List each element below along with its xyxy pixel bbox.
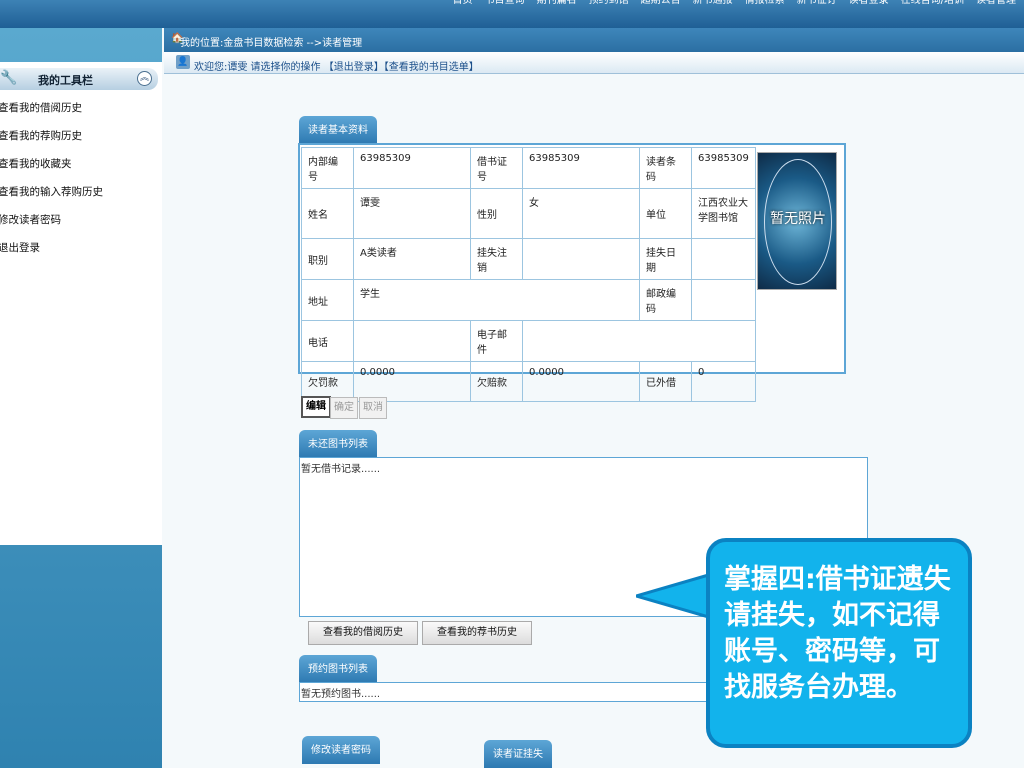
sidebar-item-label: 查看我的输入荐购历史	[0, 186, 103, 198]
info-row: 职别 A类读者 挂失注销 挂失日期	[301, 238, 756, 280]
sidebar-item-label: 查看我的借阅历史	[0, 102, 82, 114]
edit-button[interactable]: 编辑	[301, 396, 331, 418]
info-label: 挂失日期	[639, 238, 692, 280]
reserved-list-panel: 暂无预约图书......	[299, 682, 719, 702]
sidebar-item-label: 查看我的收藏夹	[0, 158, 72, 170]
info-row: 地址 学生 邮政编码	[301, 279, 756, 321]
info-row: 姓名 谭雯 性别女单位 江西农业大学图书馆	[301, 188, 756, 239]
topnav-item-8[interactable]: 读者登录	[849, 0, 889, 12]
tab-reader-info[interactable]: 读者基本资料	[299, 116, 377, 144]
photo-placeholder-text: 暂无照片	[770, 211, 826, 227]
sidebar-header: 🔧 我的工具栏 ︽	[0, 68, 158, 90]
info-row: 内部编号 63985309 借书证号 63985309 读者条码 63985309	[301, 147, 756, 189]
tab-change-password[interactable]: 修改读者密码	[302, 736, 380, 764]
topnav-item-6[interactable]: 情报检索	[745, 0, 785, 12]
reader-info-table: 内部编号 63985309 借书证号 63985309 读者条码 63985309 姓名 谭雯…	[301, 147, 756, 402]
sidebar-item-1[interactable]: 查看我的荐购历史	[0, 128, 103, 156]
tab-borrowed-list[interactable]: 未还图书列表	[299, 430, 377, 458]
recommend-history-button[interactable]: 查看我的荐书历史	[422, 621, 532, 645]
location-text: 我的位置:金盘书目数据检索 -->读者管理	[180, 38, 363, 49]
info-value: 0.0000	[353, 361, 471, 402]
info-value: 0.0000	[522, 361, 640, 402]
info-label: 挂失注销	[470, 238, 523, 280]
info-label: 邮政编码	[639, 279, 692, 321]
info-label: 内部编号	[301, 147, 354, 189]
sidebar-item-2[interactable]: 查看我的收藏夹	[0, 156, 103, 184]
sidebar-item-3[interactable]: 查看我的输入荐购历史	[0, 184, 103, 212]
info-label: 已外借	[639, 361, 692, 402]
info-value: 63985309	[522, 147, 640, 189]
sidebar: 🔧 我的工具栏 ︽ 查看我的借阅历史 查看我的荐购历史 查看我的收藏夹查看我的输入荐…	[0, 28, 162, 768]
sidebar-title: 我的工具栏	[38, 74, 93, 87]
info-row: 欠罚款 0.0000 欠赔款 0.0000 已外借 0	[301, 361, 756, 402]
sidebar-item-label: 修改读者密码	[0, 214, 61, 226]
callout-tail	[636, 572, 714, 620]
sidebar-item-4[interactable]: 修改读者密码	[0, 212, 103, 240]
welcome-bar: 👤 欢迎您:谭雯 请选择你的操作 【退出登录】【查看我的书目选单】	[164, 52, 1024, 74]
info-label: 职别	[301, 238, 354, 280]
confirm-button[interactable]: 确定	[330, 397, 358, 419]
info-label: 借书证号	[470, 147, 523, 189]
reserved-empty-text: 暂无预约图书......	[301, 689, 381, 700]
topnav-item-3[interactable]: 预约到馆	[589, 0, 629, 12]
user-icon: 👤	[176, 55, 190, 69]
sidebar-item-label: 退出登录	[0, 242, 40, 254]
tab-reserved-list[interactable]: 预约图书列表	[299, 655, 377, 683]
borrowed-empty-text: 暂无借书记录......	[301, 464, 381, 475]
info-value: 63985309	[691, 147, 756, 189]
top-nav: 首页 书目查询 期刊篇名 预约到馆 超期公告 新书通报 情报检索 新书征订 读者登录 在线咨询/培…	[453, 0, 1016, 12]
info-value	[691, 238, 756, 280]
topnav-item-7[interactable]: 新书征订	[797, 0, 837, 12]
sidebar-item-5[interactable]: 退出登录	[0, 240, 103, 268]
wrench-icon: 🔧	[0, 70, 18, 86]
info-label: 读者条码	[639, 147, 692, 189]
info-value	[353, 320, 471, 362]
info-value: 63985309	[353, 147, 471, 189]
topnav-item-9[interactable]: 在线咨询/培训	[901, 0, 964, 12]
info-value	[522, 238, 640, 280]
topnav-item-10[interactable]: 读者管理	[976, 0, 1016, 12]
tip-callout: 掌握四:借书证遗失请挂失，如不记得账号、密码等，可找服务台办理。	[706, 538, 972, 748]
info-value	[522, 320, 756, 362]
tab-report-loss[interactable]: 读者证挂失	[484, 740, 552, 768]
info-label: 姓名	[301, 188, 354, 239]
sidebar-item-0[interactable]: 查看我的借阅历史	[0, 100, 103, 128]
info-value: 0	[691, 361, 756, 402]
sidebar-menu: 查看我的借阅历史 查看我的荐购历史 查看我的收藏夹查看我的输入荐购历史 修改读者密码退…	[0, 100, 103, 268]
cancel-button[interactable]: 取消	[359, 397, 387, 419]
welcome-text: 欢迎您:谭雯 请选择你的操作 【退出登录】【查看我的书目选单】	[194, 58, 479, 73]
info-value: 谭雯	[353, 188, 471, 239]
sidebar-item-label: 查看我的荐购历史	[0, 130, 82, 142]
info-label: 性别	[470, 188, 523, 239]
location-bar: 🏠 我的位置:金盘书目数据检索 -->读者管理	[164, 28, 1024, 52]
reader-photo: 暂无照片	[757, 152, 837, 290]
info-value: 江西农业大学图书馆	[691, 188, 756, 239]
info-label: 单位	[639, 188, 692, 239]
reader-info-panel: 内部编号 63985309 借书证号 63985309 读者条码 63985309 姓名 谭雯…	[298, 143, 846, 402]
logout-link[interactable]: 【退出登录】	[324, 62, 384, 73]
welcome-message: 欢迎您:谭雯 请选择你的操作	[194, 62, 321, 73]
borrow-history-button[interactable]: 查看我的借阅历史	[308, 621, 418, 645]
info-value: 女	[522, 188, 640, 239]
topnav-item-4[interactable]: 超期公告	[641, 0, 681, 12]
topnav-item-2[interactable]: 期刊篇名	[537, 0, 577, 12]
top-nav-bar: 首页 书目查询 期刊篇名 预约到馆 超期公告 新书通报 情报检索 新书征订 读者登录 在线咨询/培…	[0, 0, 1024, 28]
topnav-item-0[interactable]: 首页	[453, 0, 473, 12]
info-label: 地址	[301, 279, 354, 321]
info-label: 电子邮件	[470, 320, 523, 362]
info-label: 欠赔款	[470, 361, 523, 402]
info-label: 电话	[301, 320, 354, 362]
topnav-item-1[interactable]: 书目查询	[485, 0, 525, 12]
info-value	[691, 279, 756, 321]
info-value: A类读者	[353, 238, 471, 280]
sidebar-panel: 🔧 我的工具栏 ︽ 查看我的借阅历史 查看我的荐购历史 查看我的收藏夹查看我的输入荐…	[0, 62, 162, 545]
collapse-icon[interactable]: ︽	[137, 71, 152, 86]
topnav-item-5[interactable]: 新书通报	[693, 0, 733, 12]
info-value: 学生	[353, 279, 640, 321]
info-row: 电话 电子邮件	[301, 320, 756, 362]
my-booklist-link[interactable]: 【查看我的书目选单】	[384, 62, 479, 73]
